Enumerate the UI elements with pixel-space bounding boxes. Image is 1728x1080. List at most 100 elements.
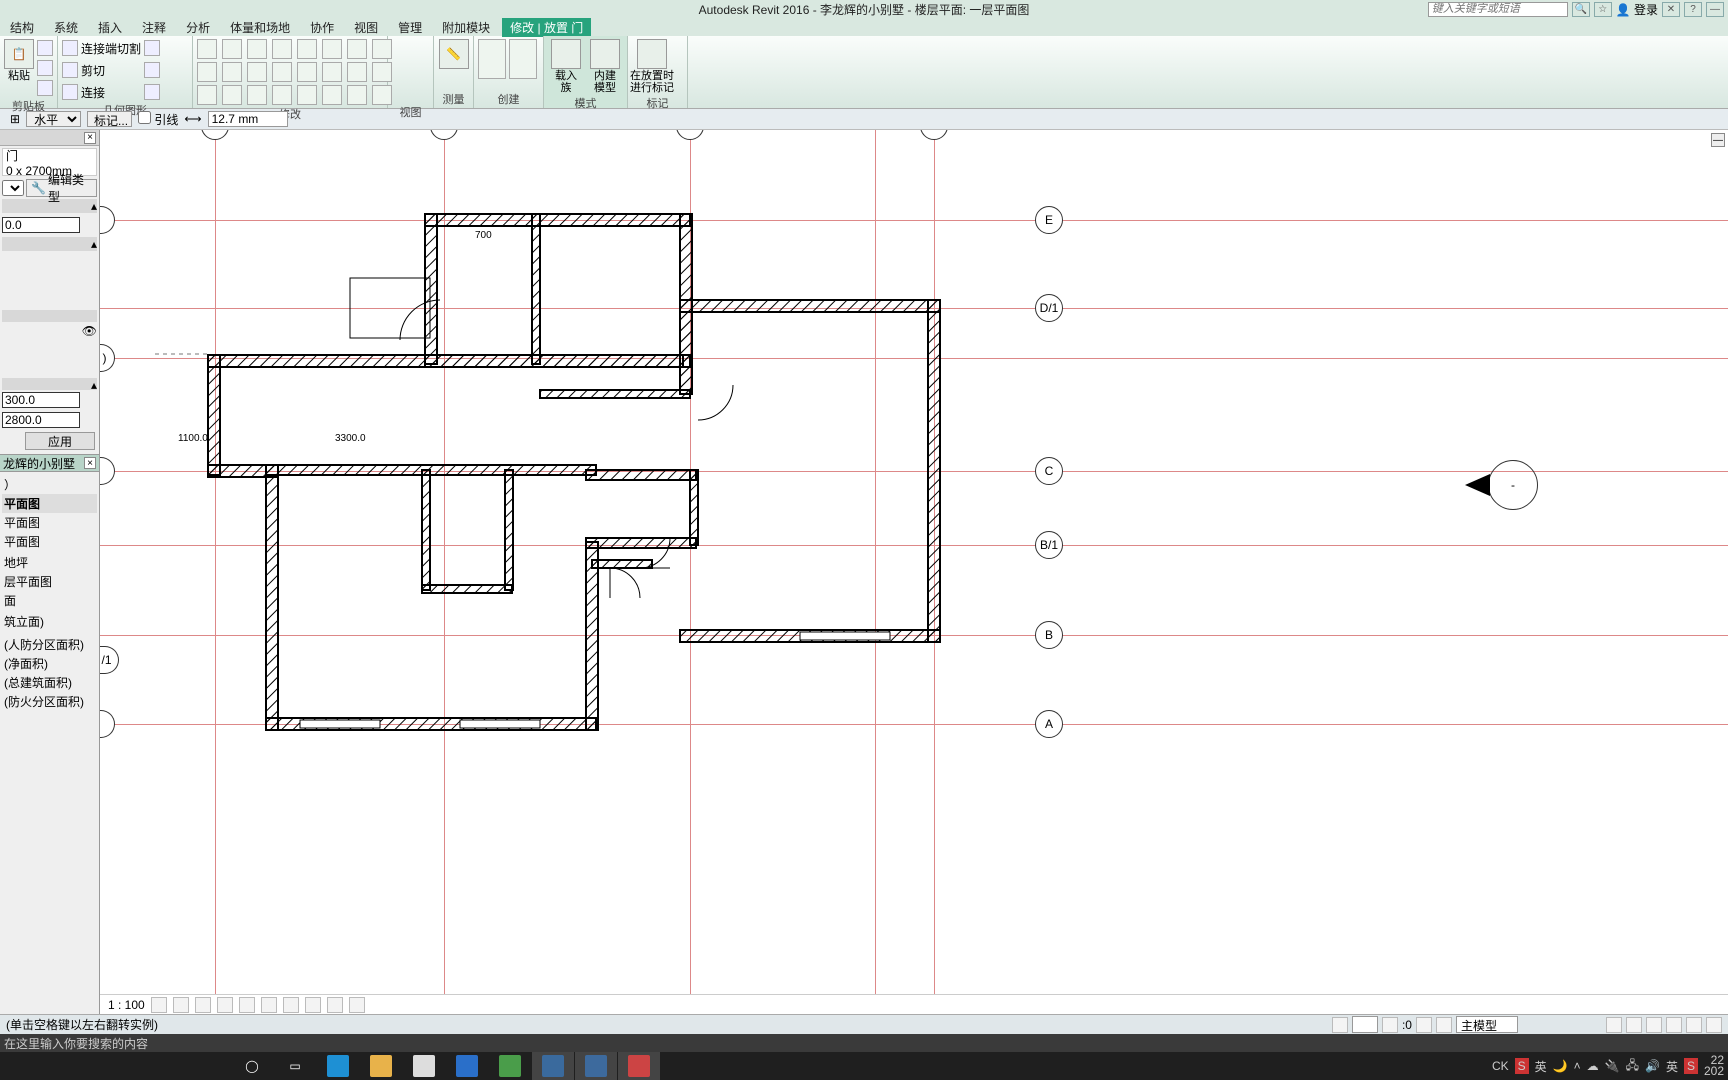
move-icon[interactable]	[197, 39, 217, 59]
start-search[interactable]	[0, 1052, 230, 1080]
vol-icon[interactable]: 🔊	[1645, 1059, 1660, 1073]
leader-check[interactable]: 引线	[138, 111, 178, 128]
geo3[interactable]	[144, 83, 160, 101]
create1-icon[interactable]	[478, 39, 506, 79]
geom-cut-button[interactable]: 剪切	[62, 61, 141, 79]
sb2-icon[interactable]	[1626, 1017, 1642, 1033]
edit-type-button[interactable]: 🔧编辑类型	[26, 179, 97, 197]
tray-up-icon[interactable]: ˄	[1574, 1059, 1581, 1073]
revit-app[interactable]	[575, 1052, 617, 1080]
cope-button[interactable]: 连接端切割	[62, 39, 141, 57]
minimize-icon[interactable]: —	[1706, 2, 1724, 17]
north-arrow[interactable]: -	[1488, 460, 1538, 510]
geo2[interactable]	[144, 61, 160, 79]
detail-level-icon[interactable]	[151, 997, 167, 1013]
infocenter-icon[interactable]: 🔍	[1572, 2, 1590, 17]
prop-a-input[interactable]	[2, 392, 80, 408]
orientation-select[interactable]: 水平	[26, 111, 81, 127]
tab-structure[interactable]: 结构	[2, 18, 42, 37]
array-icon[interactable]	[347, 39, 367, 59]
ime2-lang[interactable]: 英	[1666, 1058, 1678, 1075]
start-button[interactable]: ◯	[231, 1052, 273, 1080]
view-icon[interactable]	[392, 39, 412, 59]
reveal-icon[interactable]	[327, 997, 343, 1013]
drawing-canvas[interactable]: — E D/1 C B/1 B A ) /1	[100, 130, 1728, 1014]
join-button[interactable]: 连接	[62, 83, 141, 101]
match-button[interactable]	[37, 79, 53, 97]
align-icon[interactable]	[197, 62, 217, 82]
workset-select[interactable]	[1352, 1016, 1378, 1033]
net-icon[interactable]: 🖧	[1626, 1056, 1639, 1077]
help-icon[interactable]: ?	[1684, 2, 1702, 17]
tab-modify-place-door[interactable]: 修改 | 放置 门	[502, 18, 591, 37]
sb3-icon[interactable]	[1646, 1017, 1662, 1033]
tab-annotate[interactable]: 注释	[134, 18, 174, 37]
tab-addins[interactable]: 附加模块	[434, 18, 498, 37]
sb1-icon[interactable]	[1606, 1017, 1622, 1033]
close-browser-icon[interactable]: ×	[84, 457, 96, 469]
dim-700[interactable]: 700	[475, 230, 492, 241]
temp-hide-icon[interactable]	[305, 997, 321, 1013]
taskview-button[interactable]: ▭	[274, 1052, 316, 1080]
pin-icon[interactable]	[247, 62, 267, 82]
shadows-icon[interactable]	[217, 997, 233, 1013]
design-option-select[interactable]: 主模型	[1456, 1016, 1518, 1033]
exchange-icon[interactable]: ✕	[1662, 2, 1680, 17]
section2-collapse[interactable]: ▴	[2, 237, 97, 251]
load-family-button[interactable]: 载入 族	[548, 39, 584, 94]
cad-app[interactable]	[532, 1052, 574, 1080]
tab-insert[interactable]: 插入	[90, 18, 130, 37]
tab-massing[interactable]: 体量和场地	[222, 18, 298, 37]
paste-button[interactable]: 📋 粘贴	[4, 39, 34, 82]
tag-on-place-button[interactable]: 在放置时 进行标记	[632, 39, 672, 94]
wt-icon[interactable]	[349, 997, 365, 1013]
rotate-icon[interactable]	[247, 39, 267, 59]
unpin-icon[interactable]	[272, 62, 292, 82]
prop-b-input[interactable]	[2, 412, 80, 428]
tab-analyze[interactable]: 分析	[178, 18, 218, 37]
sogou-icon[interactable]: S	[1515, 1058, 1529, 1074]
ime-lang[interactable]: 英	[1535, 1058, 1547, 1075]
tag-btn[interactable]: 标记...	[87, 111, 132, 127]
sunpath-icon[interactable]	[195, 997, 211, 1013]
rec-app[interactable]	[618, 1052, 660, 1080]
sb4-icon[interactable]	[1666, 1017, 1682, 1033]
geo1[interactable]	[144, 39, 160, 57]
close-properties-icon[interactable]: ×	[84, 132, 96, 144]
project-browser[interactable]: ） 平面图 平面图 平面图 地坪 层平面图 面 筑立面) (人防分区面积) (净…	[0, 472, 99, 1014]
inplace-model-button[interactable]: 内建 模型	[587, 39, 623, 94]
level-input[interactable]	[2, 217, 80, 233]
crop-icon[interactable]	[239, 997, 255, 1013]
cut-button[interactable]	[37, 39, 53, 57]
visual-style-icon[interactable]	[173, 997, 189, 1013]
tab-view[interactable]: 视图	[346, 18, 386, 37]
moon-icon[interactable]: 🌙	[1553, 1059, 1568, 1073]
usb-icon[interactable]: 🔌	[1605, 1059, 1620, 1073]
mirror-icon[interactable]	[297, 39, 317, 59]
offset-icon[interactable]	[222, 62, 242, 82]
sogou2-icon[interactable]: S	[1684, 1058, 1698, 1074]
onedrive-icon[interactable]: ☁	[1587, 1059, 1599, 1073]
trim-icon[interactable]	[272, 39, 292, 59]
edge-app[interactable]	[317, 1052, 359, 1080]
ime-ck[interactable]: CK	[1492, 1059, 1509, 1073]
m2-icon[interactable]	[347, 62, 367, 82]
login-label[interactable]: 👤 登录	[1616, 1, 1658, 18]
mail-app[interactable]	[446, 1052, 488, 1080]
sb6-icon[interactable]	[1706, 1017, 1722, 1033]
lock-icon[interactable]	[283, 997, 299, 1013]
tab-collab[interactable]: 协作	[302, 18, 342, 37]
explorer-app[interactable]	[360, 1052, 402, 1080]
comm-icon[interactable]: ☆	[1594, 2, 1612, 17]
workset-icon[interactable]	[1332, 1017, 1348, 1033]
offset-input[interactable]	[208, 111, 288, 127]
windows-search[interactable]: 在这里输入你要搜索的内容	[0, 1034, 1728, 1052]
copy-button[interactable]	[37, 59, 53, 77]
copy-icon2[interactable]	[222, 39, 242, 59]
create2-icon[interactable]	[509, 39, 537, 79]
store-app[interactable]	[403, 1052, 445, 1080]
sb5-icon[interactable]	[1686, 1017, 1702, 1033]
measure-button[interactable]: 📏	[438, 39, 469, 69]
design-opts-icon[interactable]	[1436, 1017, 1452, 1033]
tab-manage[interactable]: 管理	[390, 18, 430, 37]
